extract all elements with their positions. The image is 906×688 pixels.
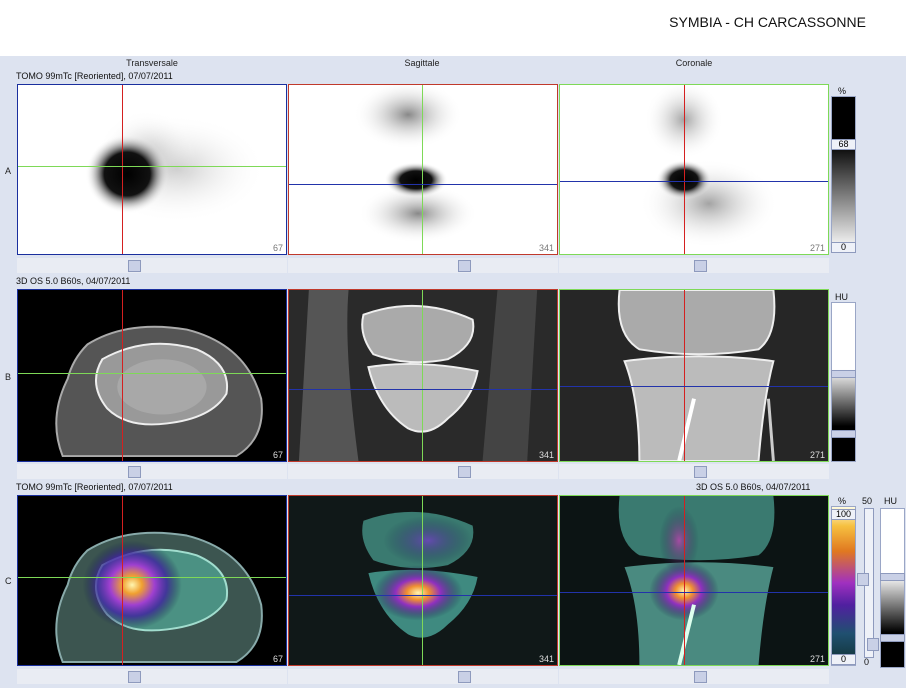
header-transversale: Transversale: [126, 58, 178, 68]
row-a-series-label: TOMO 99mTc [Reoriented], 07/07/2011: [16, 71, 173, 81]
row-b-sagittal-scroll[interactable]: [288, 464, 558, 479]
row-b-series-label: 3D OS 5.0 B60s, 04/07/2011: [16, 276, 131, 286]
row-c-ct-colorbar[interactable]: [880, 508, 905, 668]
row-c-opacity-min: 0: [864, 657, 870, 667]
row-c-colorbar-min[interactable]: 0: [831, 654, 856, 665]
row-c-label: C: [5, 576, 12, 586]
slice-number: 67: [272, 654, 283, 664]
row-c-sagittal-scroll[interactable]: [288, 669, 558, 684]
row-c-opacity-max: 50: [862, 496, 873, 506]
scroll-knob[interactable]: [458, 466, 471, 478]
viewport-c-coronal[interactable]: 271: [559, 495, 829, 666]
row-a-transverse-scroll[interactable]: [17, 258, 287, 273]
slice-number: 67: [272, 243, 283, 253]
scroll-knob[interactable]: [128, 671, 141, 683]
row-b-label: B: [5, 372, 12, 382]
row-c-coronal-scroll[interactable]: [559, 669, 829, 684]
ct-transverse-image: [55, 325, 263, 458]
row-a-unit: %: [838, 86, 847, 96]
row-c-pet-colorbar[interactable]: [831, 506, 856, 666]
header-coronale: Coronale: [675, 58, 713, 68]
row-c-colorbar-handle[interactable]: [857, 573, 869, 586]
slice-number: 271: [809, 450, 825, 460]
row-c-colorbar-max[interactable]: 100: [831, 509, 856, 520]
hospital-title: SYMBIA - CH CARCASSONNE: [669, 14, 866, 30]
row-b-unit: HU: [835, 292, 848, 302]
spect-transverse-image: [85, 109, 267, 224]
row-b-coronal-scroll[interactable]: [559, 464, 829, 479]
viewport-b-sagittal[interactable]: 341: [288, 289, 558, 462]
slice-number: 341: [538, 450, 554, 460]
scroll-knob[interactable]: [458, 260, 471, 272]
viewer-area: Transversale Sagittale Coronale TOMO 99m…: [0, 56, 906, 688]
scroll-knob[interactable]: [128, 260, 141, 272]
row-c-transverse-scroll[interactable]: [17, 669, 287, 684]
fusion-coronal-image: [560, 496, 828, 665]
spect-coronal-image: [639, 85, 779, 249]
fusion-sagittal-image: [289, 496, 557, 665]
viewport-c-transverse[interactable]: 67: [17, 495, 287, 666]
row-a-coronal-scroll[interactable]: [559, 258, 829, 273]
slice-number: 271: [809, 654, 825, 664]
viewport-b-transverse[interactable]: 67: [17, 289, 287, 462]
scroll-knob[interactable]: [128, 466, 141, 478]
scroll-knob[interactable]: [458, 671, 471, 683]
row-c-opacity-handle[interactable]: [867, 638, 879, 651]
row-c-ct-unit: HU: [884, 496, 897, 506]
row-a-colorbar[interactable]: [831, 96, 856, 251]
viewport-a-coronal[interactable]: 271: [559, 84, 829, 255]
ct-sagittal-image: [289, 290, 557, 461]
slice-number: 341: [538, 654, 554, 664]
row-c-series-label-ct: 3D OS 5.0 B60s, 04/07/2011: [696, 482, 811, 492]
scroll-knob[interactable]: [694, 671, 707, 683]
ct-coronal-image: [560, 290, 828, 461]
viewport-b-coronal[interactable]: 271: [559, 289, 829, 462]
row-a-colorbar-min[interactable]: 0: [831, 242, 856, 253]
scroll-knob[interactable]: [694, 466, 707, 478]
viewport-c-sagittal[interactable]: 341: [288, 495, 558, 666]
row-b-window-high-handle[interactable]: [831, 370, 856, 378]
row-b-transverse-scroll[interactable]: [17, 464, 287, 479]
slice-number: 341: [538, 243, 554, 253]
spect-sagittal-image: [353, 85, 478, 244]
row-c-unit: %: [838, 496, 847, 506]
fusion-transverse-image: [55, 531, 263, 664]
row-c-ct-window-high-handle[interactable]: [880, 573, 905, 581]
viewport-a-sagittal[interactable]: 341: [288, 84, 558, 255]
row-c-series-label: TOMO 99mTc [Reoriented], 07/07/2011: [16, 482, 173, 492]
row-a-colorbar-max[interactable]: 68: [831, 139, 856, 150]
row-c-ct-window-low-handle[interactable]: [880, 634, 905, 642]
report-header: SYMBIA - CH CARCASSONNE: [0, 0, 906, 56]
viewport-a-transverse[interactable]: 67: [17, 84, 287, 255]
scroll-knob[interactable]: [694, 260, 707, 272]
row-a-label: A: [5, 166, 12, 176]
row-b-colorbar[interactable]: [831, 302, 856, 462]
row-a-sagittal-scroll[interactable]: [288, 258, 558, 273]
slice-number: 67: [272, 450, 283, 460]
slice-number: 271: [809, 243, 825, 253]
row-b-window-low-handle[interactable]: [831, 430, 856, 438]
header-sagittale: Sagittale: [404, 58, 440, 68]
